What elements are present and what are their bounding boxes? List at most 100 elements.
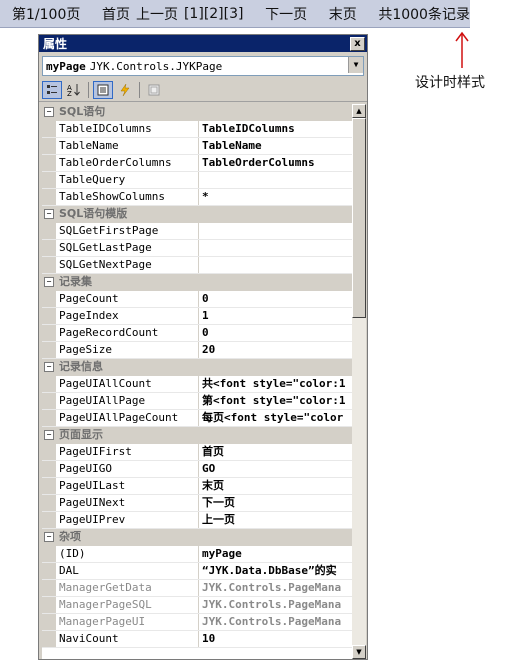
property-row[interactable]: PageUIAllPageCount 每页<font style="color xyxy=(42,410,352,427)
property-row[interactable]: PageRecordCount 0 xyxy=(42,325,352,342)
property-row[interactable]: SQLGetNextPage xyxy=(42,257,352,274)
category-header[interactable]: − 记录信息 xyxy=(42,359,352,376)
property-name: TableName xyxy=(56,138,199,154)
property-row[interactable]: SQLGetLastPage xyxy=(42,240,352,257)
categorized-icon[interactable] xyxy=(42,81,62,99)
scroll-down-icon[interactable]: ▼ xyxy=(352,645,366,659)
property-row[interactable]: TableOrderColumns TableOrderColumns xyxy=(42,155,352,172)
annotation-arrow-icon xyxy=(455,31,469,68)
category-label: 记录集 xyxy=(59,275,92,288)
events-icon[interactable] xyxy=(115,81,135,99)
properties-icon[interactable] xyxy=(93,81,113,99)
collapse-icon[interactable]: − xyxy=(44,362,54,372)
property-row[interactable]: PageUINext 下一页 xyxy=(42,495,352,512)
property-row[interactable]: ManagerPageSQL JYK.Controls.PageMana xyxy=(42,597,352,614)
category-header[interactable]: − 记录集 xyxy=(42,274,352,291)
property-row[interactable]: PageUIPrev 上一页 xyxy=(42,512,352,529)
category-header[interactable]: − 页面显示 xyxy=(42,427,352,444)
pager-page-2[interactable]: [2] xyxy=(204,6,224,22)
property-row[interactable]: ManagerPageUI JYK.Controls.PageMana xyxy=(42,614,352,631)
property-value[interactable]: 每页<font style="color xyxy=(199,410,352,426)
scroll-thumb[interactable] xyxy=(352,118,366,318)
pager-prev-link[interactable]: 上一页 xyxy=(136,4,178,24)
pager-next-link[interactable]: 下一页 xyxy=(265,4,307,24)
property-row[interactable]: TableName TableName xyxy=(42,138,352,155)
property-row[interactable]: PageUIAllPage 第<font style="color:1 xyxy=(42,393,352,410)
category-header[interactable]: − SQL语句 xyxy=(42,104,352,121)
property-row[interactable]: PageIndex 1 xyxy=(42,308,352,325)
property-row[interactable]: DAL “JYK.Data.DbBase”的实 xyxy=(42,563,352,580)
property-value[interactable]: 下一页 xyxy=(199,495,352,511)
property-name: PageCount xyxy=(56,291,199,307)
property-value[interactable]: 第<font style="color:1 xyxy=(199,393,352,409)
pager-first-link[interactable]: 首页 xyxy=(102,4,130,24)
property-value[interactable]: myPage xyxy=(199,546,352,562)
property-value[interactable] xyxy=(199,257,352,273)
property-value[interactable]: 10 xyxy=(199,631,352,647)
property-value[interactable]: 末页 xyxy=(199,478,352,494)
property-row[interactable]: ManagerGetData JYK.Controls.PageMana xyxy=(42,580,352,597)
property-value[interactable]: 0 xyxy=(199,291,352,307)
window-title: 属性 xyxy=(43,37,68,51)
property-value[interactable]: 1 xyxy=(199,308,352,324)
collapse-gutter: − xyxy=(42,104,56,120)
property-row[interactable]: TableQuery xyxy=(42,172,352,189)
property-value[interactable]: JYK.Controls.PageMana xyxy=(199,597,352,613)
property-value[interactable] xyxy=(199,172,352,188)
alphabetical-icon[interactable]: AZ xyxy=(64,81,84,99)
property-value[interactable]: 上一页 xyxy=(199,512,352,528)
property-name: PageUIPrev xyxy=(56,512,199,528)
property-value[interactable] xyxy=(199,240,352,256)
category-header[interactable]: − 杂项 xyxy=(42,529,352,546)
property-name: PageSize xyxy=(56,342,199,358)
collapse-icon[interactable]: − xyxy=(44,430,54,440)
property-row[interactable]: TableShowColumns * xyxy=(42,189,352,206)
category-header[interactable]: − SQL语句模版 xyxy=(42,206,352,223)
row-gutter xyxy=(42,495,56,511)
property-row[interactable]: NaviCount 10 xyxy=(42,631,352,648)
toolbar-separator xyxy=(139,82,140,98)
collapse-icon[interactable]: − xyxy=(44,532,54,542)
property-row[interactable]: PageCount 0 xyxy=(42,291,352,308)
property-row[interactable]: PageUIGO GO xyxy=(42,461,352,478)
vertical-scrollbar[interactable]: ▲ ▼ xyxy=(352,104,366,659)
property-value[interactable]: 首页 xyxy=(199,444,352,460)
property-row[interactable]: PageSize 20 xyxy=(42,342,352,359)
collapse-icon[interactable]: − xyxy=(44,277,54,287)
property-value[interactable]: JYK.Controls.PageMana xyxy=(199,614,352,630)
pager-page-info: 第1/100页 xyxy=(12,6,81,23)
property-value[interactable] xyxy=(199,223,352,239)
property-value[interactable]: GO xyxy=(199,461,352,477)
scroll-up-icon[interactable]: ▲ xyxy=(352,104,366,118)
pager-last-link[interactable]: 末页 xyxy=(329,4,357,24)
object-selector[interactable]: myPage JYK.Controls.JYKPage ▼ xyxy=(42,56,364,76)
property-row[interactable]: PageUILast 末页 xyxy=(42,478,352,495)
pager-page-1[interactable]: [1] xyxy=(184,6,204,22)
property-value[interactable]: JYK.Controls.PageMana xyxy=(199,580,352,596)
property-row[interactable]: PageUIAllCount 共<font style="color:1 xyxy=(42,376,352,393)
property-value[interactable]: TableIDColumns xyxy=(199,121,352,137)
property-value[interactable]: 20 xyxy=(199,342,352,358)
property-value[interactable]: TableOrderColumns xyxy=(199,155,352,171)
property-name: ManagerPageUI xyxy=(56,614,199,630)
row-gutter xyxy=(42,580,56,596)
close-button[interactable]: x xyxy=(350,36,365,51)
property-row[interactable]: TableIDColumns TableIDColumns xyxy=(42,121,352,138)
row-gutter xyxy=(42,631,56,647)
property-pages-icon[interactable] xyxy=(144,81,164,99)
property-value[interactable]: 共<font style="color:1 xyxy=(199,376,352,392)
property-value[interactable]: 0 xyxy=(199,325,352,341)
property-value[interactable]: * xyxy=(199,189,352,205)
chevron-down-icon[interactable]: ▼ xyxy=(348,57,363,73)
pager-page-3[interactable]: [3] xyxy=(224,6,244,22)
collapse-icon[interactable]: − xyxy=(44,209,54,219)
property-row[interactable]: (ID) myPage xyxy=(42,546,352,563)
property-value[interactable]: TableName xyxy=(199,138,352,154)
property-value[interactable]: “JYK.Data.DbBase”的实 xyxy=(199,563,352,579)
collapse-icon[interactable]: − xyxy=(44,107,54,117)
properties-titlebar: 属性 x xyxy=(39,35,367,52)
annotation-label: 设计时样式 xyxy=(415,75,485,91)
property-name: (ID) xyxy=(56,546,199,562)
property-row[interactable]: SQLGetFirstPage xyxy=(42,223,352,240)
property-row[interactable]: PageUIFirst 首页 xyxy=(42,444,352,461)
